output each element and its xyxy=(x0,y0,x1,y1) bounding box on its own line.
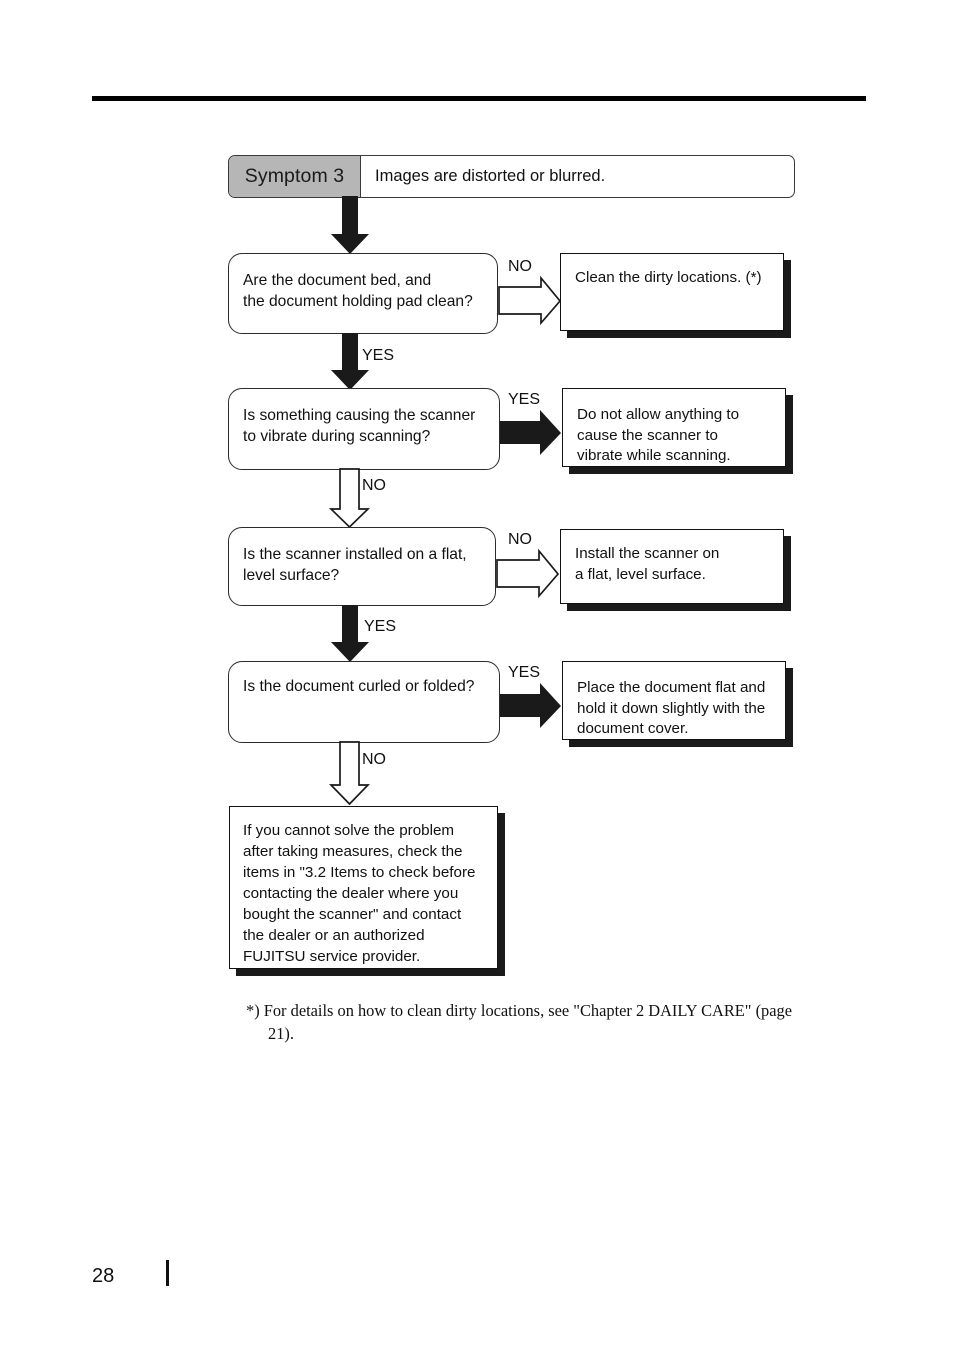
decision-flat-level-surface: Is the scanner installed on a flat, leve… xyxy=(228,527,496,606)
decision-line-2: to vibrate during scanning? xyxy=(243,428,431,446)
footnote: *) For details on how to clean dirty loc… xyxy=(246,999,856,1046)
final-note-line-3: items in "3.2 Items to check before xyxy=(243,863,476,881)
arrow-solid-decision-4-yes xyxy=(500,683,561,728)
footnote-line-1: *) For details on how to clean dirty loc… xyxy=(246,1001,792,1020)
branch-label-decision-1-no: NO xyxy=(508,258,532,275)
action-line-2: hold it down slightly with the xyxy=(577,699,766,717)
action-line-1: Place the document flat and xyxy=(577,679,766,696)
action-line-1: Clean the dirty locations. (*) xyxy=(575,269,762,286)
action-clean-dirty-locations: Clean the dirty locations. (*) xyxy=(560,253,784,331)
decision-line-1: Is the document curled or folded? xyxy=(243,678,475,695)
decision-line-1: Are the document bed, and xyxy=(243,272,432,289)
page-number: 28 xyxy=(92,1265,115,1287)
action-line-2: cause the scanner to xyxy=(577,426,718,444)
document-page: Symptom 3 Images are distorted or blurre… xyxy=(0,0,954,1351)
branch-label-decision-2-yes: YES xyxy=(508,391,541,408)
action-line-1: Do not allow anything to xyxy=(577,406,740,423)
action-line-3: document cover. xyxy=(577,720,689,738)
branch-label-decision-2-no: NO xyxy=(362,477,386,494)
final-note-box: If you cannot solve the problem after ta… xyxy=(229,806,498,969)
action-prevent-vibration: Do not allow anything to cause the scann… xyxy=(562,388,786,467)
action-line-2: a flat, level surface. xyxy=(575,565,706,583)
symptom-header: Symptom 3 Images are distorted or blurre… xyxy=(228,155,795,198)
arrow-solid-symptom-to-decision-1 xyxy=(331,196,369,254)
final-note-line-1: If you cannot solve the problem xyxy=(243,822,455,839)
decision-line-2: the document holding pad clean? xyxy=(243,293,473,311)
decision-line-1: Is something causing the scanner xyxy=(243,407,476,424)
final-note-line-5: bought the scanner" and contact xyxy=(243,905,462,923)
decision-line-2: level surface? xyxy=(243,567,340,585)
action-place-document-flat: Place the document flat and hold it down… xyxy=(562,661,786,740)
arrow-solid-decision-2-yes xyxy=(500,410,561,455)
decision-document-bed-clean: Are the document bed, and the document h… xyxy=(228,253,498,334)
decision-line-1: Is the scanner installed on a flat, xyxy=(243,546,467,563)
troubleshooting-flowchart: Symptom 3 Images are distorted or blurre… xyxy=(0,0,954,1351)
arrow-hollow-decision-3-no xyxy=(496,548,560,599)
final-note-line-7: FUJITSU service provider. xyxy=(243,947,421,965)
final-note-line-2: after taking measures, check the xyxy=(243,842,463,860)
action-line-1: Install the scanner on xyxy=(575,545,720,562)
branch-label-decision-4-yes: YES xyxy=(508,664,541,681)
action-install-flat-surface: Install the scanner on a flat, level sur… xyxy=(560,529,784,604)
footer-divider xyxy=(166,1260,169,1286)
final-note-line-6: the dealer or an authorized xyxy=(243,926,425,944)
symptom-description: Images are distorted or blurred. xyxy=(375,167,606,185)
arrow-hollow-decision-1-no xyxy=(498,275,562,326)
decision-scanner-vibrating: Is something causing the scanner to vibr… xyxy=(228,388,500,470)
symptom-tag-label: Symptom 3 xyxy=(229,156,361,197)
branch-label-decision-3-yes: YES xyxy=(364,618,397,635)
action-line-3: vibrate while scanning. xyxy=(577,447,731,465)
branch-label-decision-4-no: NO xyxy=(362,751,386,768)
branch-label-decision-3-no: NO xyxy=(508,531,532,548)
final-note-line-4: contacting the dealer where you xyxy=(243,884,459,902)
page-footer: 28 xyxy=(92,1256,169,1288)
decision-document-curled: Is the document curled or folded? xyxy=(228,661,500,743)
footnote-line-2: 21). xyxy=(268,1024,294,1044)
branch-label-decision-1-yes: YES xyxy=(362,347,395,364)
